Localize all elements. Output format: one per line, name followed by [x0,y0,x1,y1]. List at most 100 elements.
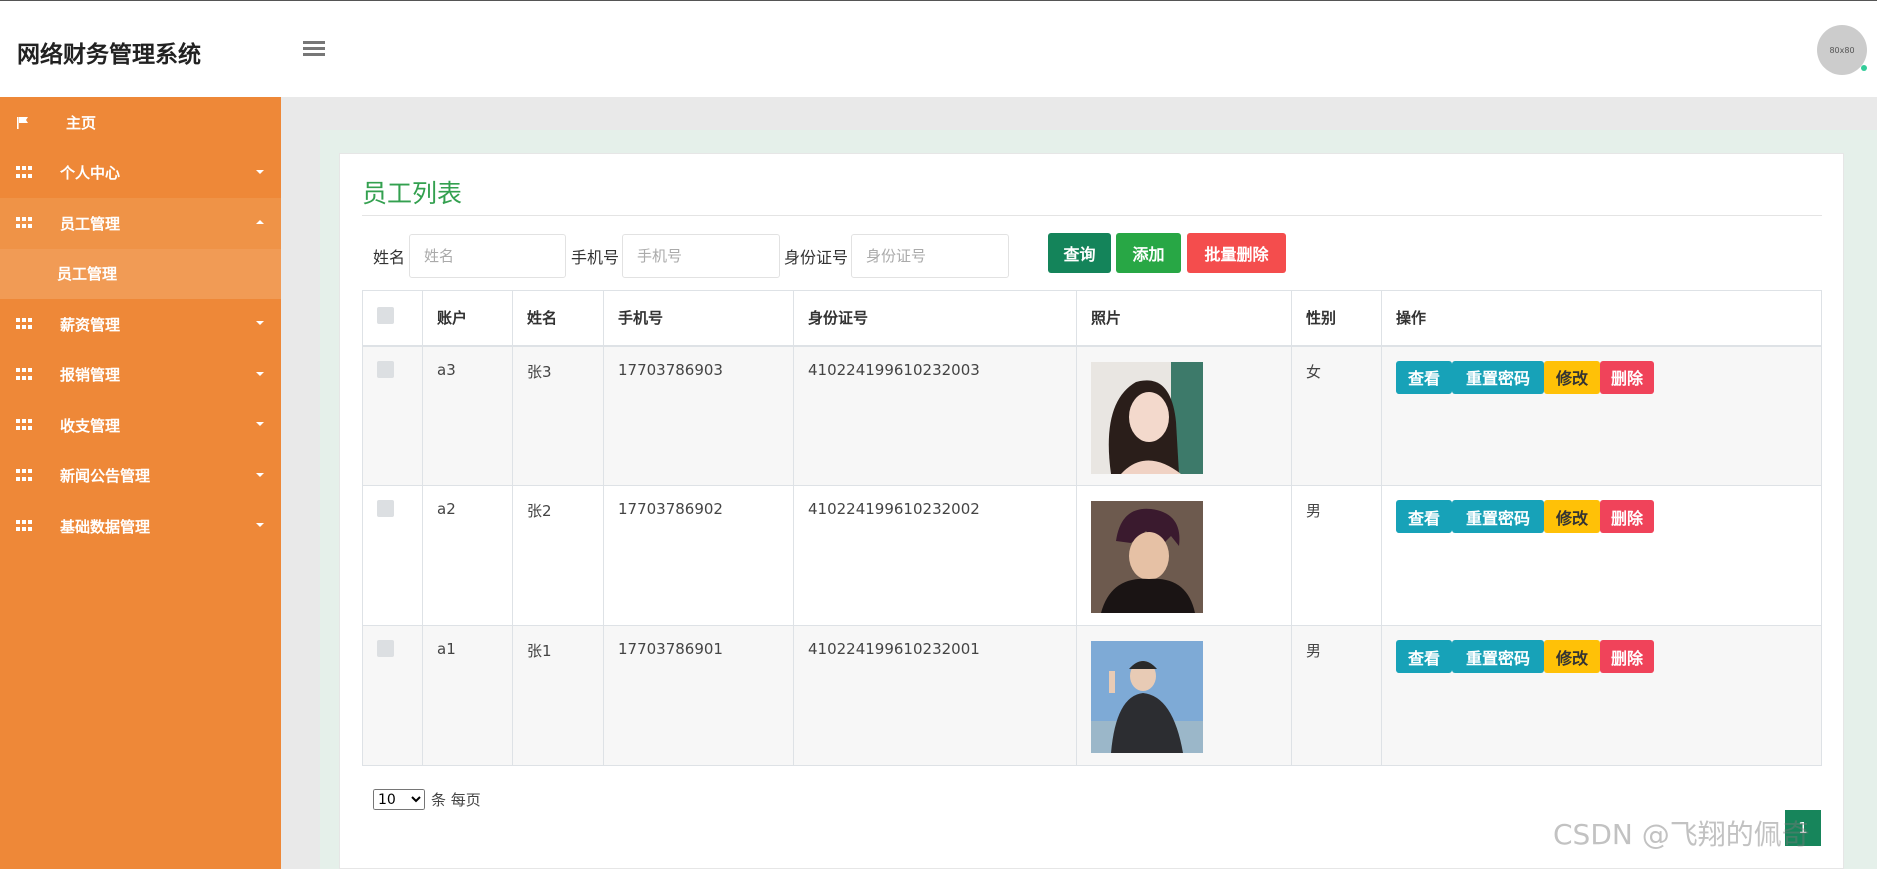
sidebar-item-label: 新闻公告管理 [60,467,151,486]
row-select-cell [362,485,423,626]
sidebar-item-reimbursement-management[interactable]: 报销管理 [0,350,281,401]
photo-cell [1076,625,1292,766]
caret-down-icon [256,472,264,477]
caret-down-icon [256,169,264,174]
sidebar-item-salary-management[interactable]: 薪资管理 [0,299,281,350]
sidebar-item-label: 主页 [66,113,97,132]
select-all-checkbox[interactable] [377,307,394,325]
sidebar-item-label: 个人中心 [60,164,121,183]
edit-button[interactable]: 修改 [1544,500,1600,533]
edit-button[interactable]: 修改 [1544,640,1600,673]
page-size-control: 10 20 50 条 每页 [373,789,481,810]
sidebar-item-label: 报销管理 [60,366,121,385]
divider [362,215,1822,216]
grid-icon [16,368,32,381]
photo-cell [1076,345,1292,486]
sidebar-item-home[interactable]: 主页 [0,97,281,148]
row-checkbox[interactable] [377,640,394,657]
reset-password-button[interactable]: 重置密码 [1452,500,1544,533]
delete-button[interactable]: 删除 [1600,500,1654,533]
view-button[interactable]: 查看 [1396,640,1452,673]
col-header-gender: 性别 [1291,290,1382,347]
avatar[interactable]: 80x80 [1817,25,1867,75]
col-header-phone: 手机号 [603,290,794,347]
employee-photo [1091,501,1203,613]
add-button[interactable]: 添加 [1116,233,1181,273]
idcard-cell: 410224199610232001 [793,625,1077,766]
grid-icon [16,469,32,482]
gender-cell: 女 [1291,345,1382,486]
col-header-idcard: 身份证号 [793,290,1077,347]
phone-cell: 17703786902 [603,485,794,626]
sidebar-item-label: 基础数据管理 [60,517,151,536]
delete-button[interactable]: 删除 [1600,640,1654,673]
sidebar-item-news-management[interactable]: 新闻公告管理 [0,451,281,502]
view-button[interactable]: 查看 [1396,360,1452,394]
idcard-cell: 410224199610232002 [793,485,1077,626]
photo-cell [1076,485,1292,626]
grid-icon [16,216,32,230]
idcard-label: 身份证号 [784,248,849,267]
table-header-row: 账户 姓名 手机号 身份证号 照片 性别 操作 [362,290,1822,347]
col-header-name: 姓名 [512,290,604,347]
row-select-cell [362,345,423,486]
reset-password-button[interactable]: 重置密码 [1452,360,1544,394]
sidebar-item-income-expense-management[interactable]: 收支管理 [0,400,281,451]
name-input[interactable] [409,234,566,278]
actions-cell: 查看 重置密码 修改 删除 [1381,625,1822,766]
per-page-label: 条 每页 [431,791,481,809]
avatar-text: 80x80 [1829,45,1855,55]
gender-cell: 男 [1291,485,1382,626]
table-row: a2 张2 17703786902 410224199610232002 男 查… [362,485,1822,626]
actions-cell: 查看 重置密码 修改 删除 [1381,485,1822,626]
edit-button[interactable]: 修改 [1544,360,1600,394]
idcard-cell: 410224199610232003 [793,345,1077,486]
phone-cell: 17703786903 [603,345,794,486]
page-title: 员工列表 [362,179,463,208]
row-select-cell [362,625,423,766]
name-cell: 张3 [512,345,604,486]
idcard-input[interactable] [851,234,1009,278]
app-title: 网络财务管理系统 [17,42,201,68]
bulk-delete-button[interactable]: 批量删除 [1187,233,1286,273]
col-header-account: 账户 [422,290,513,347]
name-cell: 张2 [512,485,604,626]
reset-password-button[interactable]: 重置密码 [1452,640,1544,673]
sidebar-item-basic-data-management[interactable]: 基础数据管理 [0,501,281,552]
caret-down-icon [256,523,264,527]
col-header-photo: 照片 [1076,290,1292,347]
account-cell: a2 [422,485,513,626]
menu-toggle-icon[interactable] [303,41,325,57]
account-cell: a3 [422,345,513,486]
caret-down-icon [256,422,264,426]
delete-button[interactable]: 删除 [1600,360,1654,394]
online-status-dot [1861,65,1867,71]
caret-up-icon [256,220,264,224]
sidebar-subitem-employee-management[interactable]: 员工管理 [0,248,281,299]
name-cell: 张1 [512,625,604,766]
caret-down-icon [256,371,264,376]
phone-cell: 17703786901 [603,625,794,766]
sidebar-item-employee-management[interactable]: 员工管理 [0,198,281,249]
actions-cell: 查看 重置密码 修改 删除 [1381,345,1822,486]
sidebar-item-personal-center[interactable]: 个人中心 [0,148,281,199]
row-checkbox[interactable] [377,500,394,517]
grid-icon [16,418,32,432]
table-row: a1 张1 17703786901 410224199610232001 男 查… [362,625,1822,766]
grid-icon [16,166,32,179]
row-checkbox[interactable] [377,360,394,378]
table-row: a3 张3 17703786903 410224199610232003 女 查… [362,345,1822,486]
query-button[interactable]: 查询 [1048,233,1111,273]
col-header-actions: 操作 [1381,290,1822,347]
view-button[interactable]: 查看 [1396,500,1452,533]
page-size-select[interactable]: 10 20 50 [373,789,425,810]
sidebar-item-label: 员工管理 [60,214,121,233]
gender-cell: 男 [1291,625,1382,766]
top-header: 网络财务管理系统 80x80 [0,0,1877,97]
select-all-cell [362,290,423,347]
sidebar: 主页 个人中心 员工管理 员工管理 薪资管理 报销管理 收支管理 新闻公告管理 … [0,97,281,869]
name-label: 姓名 [373,248,406,267]
sidebar-item-label: 收支管理 [60,416,121,435]
phone-input[interactable] [622,234,780,278]
flag-icon [16,116,32,129]
